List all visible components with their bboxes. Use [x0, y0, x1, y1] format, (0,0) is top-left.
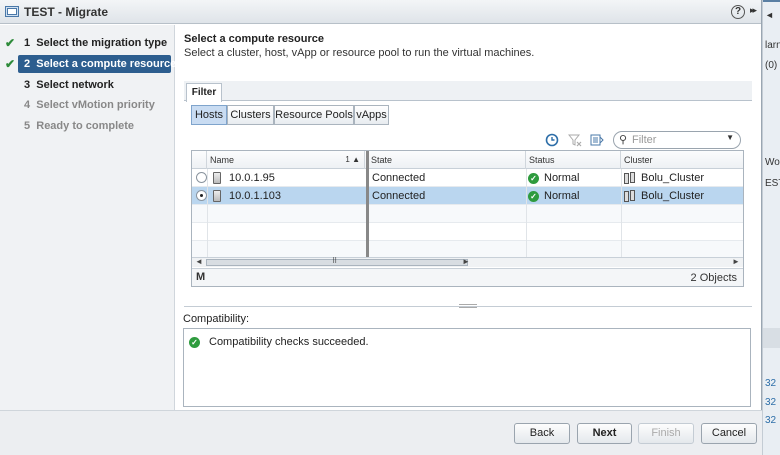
- cell-name: 10.0.1.95: [229, 172, 275, 184]
- help-icon[interactable]: ?: [731, 5, 745, 19]
- cluster-icon: [624, 190, 635, 202]
- step-select-vmotion-priority: 4 Select vMotion priority: [24, 99, 155, 111]
- bg-count-text: (0): [765, 60, 778, 71]
- back-button[interactable]: Back: [514, 423, 570, 444]
- cell-name: 10.0.1.103: [229, 190, 281, 202]
- step-select-migration-type[interactable]: ✔ 1 Select the migration type: [0, 34, 175, 52]
- host-icon: [213, 172, 221, 184]
- filter-placeholder: Filter: [632, 134, 657, 146]
- dialog-footer: Back Next Finish Cancel: [0, 410, 762, 455]
- compatibility-message: Compatibility checks succeeded.: [209, 336, 369, 348]
- cell-cluster: Bolu_Cluster: [641, 190, 704, 202]
- header-status[interactable]: Status: [526, 151, 621, 169]
- bg-num-1: 32: [765, 378, 777, 389]
- table-row-selected[interactable]: 10.0.1.103 Connected ✓ Normal Bolu_Clust…: [192, 187, 743, 205]
- table-row[interactable]: 10.0.1.95 Connected ✓ Normal Bolu_Cluste…: [192, 169, 743, 187]
- scroll-right-end-icon[interactable]: ►: [732, 257, 740, 266]
- segment-vapps[interactable]: vApps: [354, 105, 389, 125]
- tab-filter[interactable]: Filter: [186, 83, 222, 102]
- scrollbar-thumb[interactable]: ⠿: [206, 258, 468, 266]
- header-state[interactable]: State: [368, 151, 526, 169]
- cancel-button[interactable]: Cancel: [701, 423, 757, 444]
- column-resize-handle[interactable]: [366, 151, 369, 257]
- header-cluster[interactable]: Cluster: [621, 151, 743, 169]
- expand-icon[interactable]: ▸▸: [750, 5, 757, 16]
- segment-resource-pools[interactable]: Resource Pools: [274, 105, 354, 125]
- status-ok-icon: ✓: [528, 191, 539, 202]
- step-label: Select the migration type: [36, 37, 168, 49]
- host-icon: [213, 190, 221, 202]
- status-ok-icon: ✓: [528, 173, 539, 184]
- compatibility-label: Compatibility:: [183, 313, 250, 325]
- compatibility-panel: ✓ Compatibility checks succeeded.: [183, 328, 751, 407]
- empty-row: [192, 205, 743, 223]
- segment-clusters[interactable]: Clusters: [227, 105, 274, 125]
- bg-back-icon: ◄: [765, 10, 774, 20]
- hosts-grid: Name 1 ▲ State Status Cluster 10.0.1.95 …: [191, 150, 744, 287]
- step-select-compute-resource[interactable]: ✔ 2 Select a compute resource: [5, 55, 176, 73]
- header-select-col: [192, 151, 207, 169]
- step-select-network[interactable]: 3 Select network: [0, 76, 175, 94]
- step-label: Ready to complete: [36, 120, 135, 132]
- bg-work-text: Worl: [765, 157, 780, 168]
- find-binoculars-icon[interactable]: M: [196, 271, 205, 283]
- pane-splitter[interactable]: [184, 304, 752, 308]
- migrate-dialog: TEST - Migrate ? ▸▸ ✔ 1 Select the migra…: [0, 0, 762, 455]
- scroll-left-icon[interactable]: ◄: [195, 257, 203, 266]
- cluster-icon: [624, 172, 635, 184]
- row-radio[interactable]: [196, 172, 207, 183]
- grid-header: Name 1 ▲ State Status Cluster: [192, 151, 743, 169]
- bg-alarms-text: larn: [765, 40, 780, 51]
- step-label: Select vMotion priority: [36, 99, 155, 111]
- bg-num-3: 32: [765, 415, 777, 426]
- clear-filter-icon[interactable]: [567, 133, 583, 149]
- cell-state: Connected: [372, 190, 426, 202]
- sort-asc-icon: 1 ▲: [345, 155, 360, 164]
- empty-row: [192, 241, 743, 257]
- finish-button[interactable]: Finish: [638, 423, 694, 444]
- filter-search-input[interactable]: ⚲ Filter ▼: [613, 131, 741, 149]
- bg-test-text: EST: [765, 178, 780, 189]
- page-subtitle: Select a cluster, host, vApp or resource…: [184, 47, 535, 59]
- refresh-clock-icon[interactable]: [544, 133, 560, 149]
- checkmark-icon: ✔: [5, 57, 16, 71]
- grid-footer: M 2 Objects: [192, 268, 743, 286]
- page-title: Select a compute resource: [184, 33, 325, 45]
- search-icon: ⚲: [619, 134, 628, 146]
- cell-status: Normal: [544, 172, 580, 184]
- compat-ok-icon: ✓: [189, 337, 200, 348]
- background-app-strip: ◄ larn (0) Worl EST 32 32 32: [762, 0, 780, 455]
- wizard-steps: ✔ 1 Select the migration type ✔ 2 Select…: [0, 25, 176, 410]
- empty-row: [192, 223, 743, 241]
- row-radio-selected[interactable]: [196, 190, 207, 201]
- bg-num-2: 32: [765, 397, 777, 408]
- segment-hosts[interactable]: Hosts: [191, 105, 227, 125]
- object-count: 2 Objects: [690, 272, 737, 284]
- vm-migrate-icon: [5, 6, 19, 17]
- cell-state: Connected: [372, 172, 426, 184]
- chevron-down-icon[interactable]: ▼: [726, 133, 734, 142]
- filter-tab-bar: Filter: [184, 81, 752, 102]
- cell-cluster: Bolu_Cluster: [641, 172, 704, 184]
- dialog-title: TEST - Migrate: [24, 5, 109, 19]
- checkmark-icon: ✔: [5, 36, 16, 50]
- horizontal-scrollbar[interactable]: ◄ ⠿ ► ►: [192, 257, 743, 267]
- main-content: Select a compute resource Select a clust…: [176, 25, 762, 410]
- export-columns-icon[interactable]: [589, 133, 605, 149]
- next-button[interactable]: Next: [577, 423, 632, 444]
- step-ready-to-complete: 5 Ready to complete: [24, 120, 135, 132]
- step-label: Select network: [36, 79, 114, 91]
- step-label: Select a compute resource: [36, 58, 177, 70]
- scroll-right-icon[interactable]: ►: [462, 257, 470, 266]
- cell-status: Normal: [544, 190, 580, 202]
- title-bar: TEST - Migrate ? ▸▸: [0, 0, 761, 24]
- header-name[interactable]: Name 1 ▲: [207, 151, 365, 169]
